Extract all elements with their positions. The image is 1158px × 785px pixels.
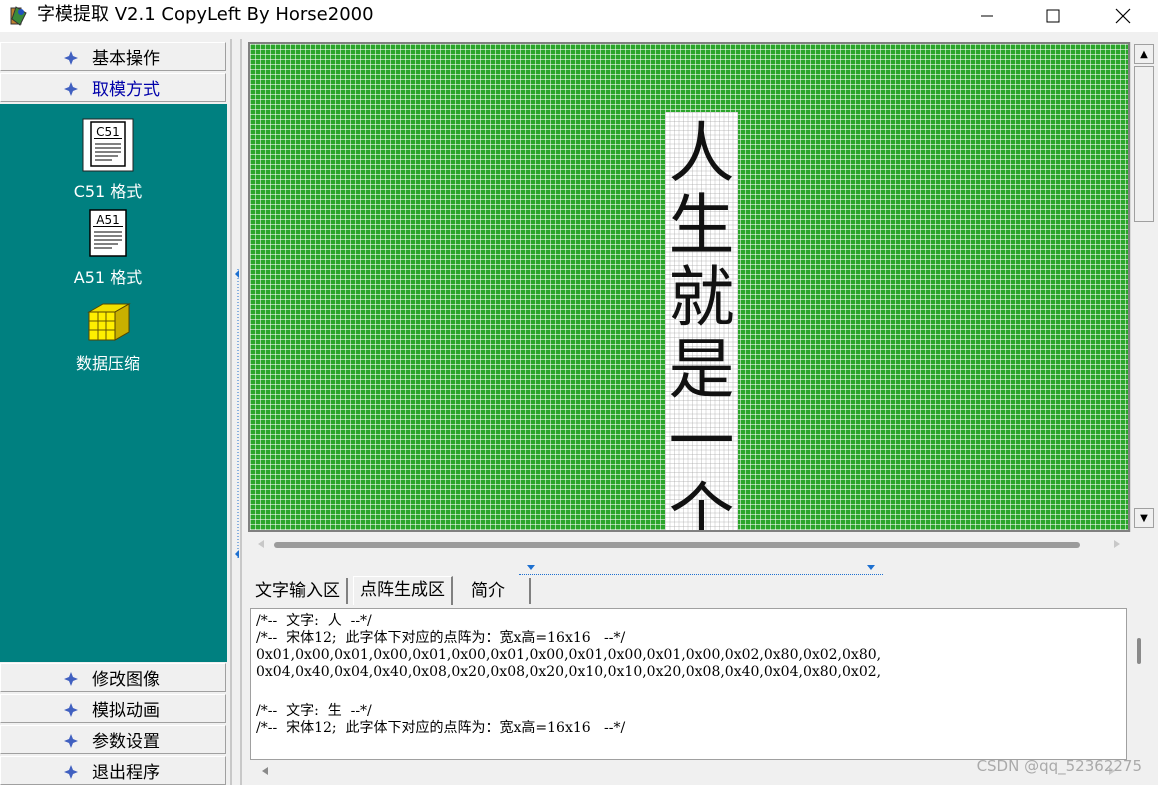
grid-char: 就 (668, 259, 735, 336)
tab-text-input[interactable]: 文字输入区 (249, 578, 348, 604)
output-line: /*-- 文字: 生 --*/ (256, 703, 372, 719)
tool-label: A51 格式 (73, 268, 143, 287)
nav-label: 模拟动画 (92, 701, 160, 721)
vertical-splitter[interactable] (229, 39, 244, 785)
grid-char: 个 (668, 475, 735, 532)
diamond-icon (64, 733, 78, 748)
horizontal-splitter[interactable] (519, 562, 883, 575)
nav-label: 基本操作 (92, 49, 160, 69)
tab-introduction[interactable]: 简介 (465, 578, 531, 604)
nav-label: 修改图像 (92, 670, 160, 690)
scroll-thumb[interactable] (1134, 66, 1154, 222)
diamond-icon (64, 764, 78, 779)
output-line: /*-- 宋体12; 此字体下对应的点阵为：宽x高=16x16 --*/ (256, 720, 626, 736)
grid-char: 生 (668, 187, 735, 264)
nav-extract-mode[interactable]: 取模方式 (0, 73, 226, 102)
character-column: 人 生 就 是 一 个 (665, 112, 738, 532)
nav-simulate-animation[interactable]: 模拟动画 (0, 694, 226, 723)
dot-matrix-canvas[interactable]: 人 生 就 是 一 个 (248, 42, 1130, 532)
nav-label: 退出程序 (92, 763, 160, 783)
svg-text:A51: A51 (96, 213, 119, 227)
scroll-thumb[interactable] (1137, 638, 1141, 664)
tab-dot-matrix-output[interactable]: 点阵生成区 (353, 576, 453, 605)
tool-label: C51 格式 (73, 182, 143, 201)
output-line: /*-- 文字: 人 --*/ (256, 613, 372, 629)
minimize-button[interactable] (956, 0, 1018, 32)
nav-label: 取模方式 (92, 80, 160, 100)
diamond-icon (64, 702, 78, 717)
c51-document-icon: C51 (82, 118, 134, 172)
scroll-up-arrow-icon[interactable]: ▲ (1134, 44, 1154, 64)
output-line: 0x04,0x40,0x04,0x40,0x08,0x20,0x08,0x20,… (256, 664, 882, 680)
nav-parameter-settings[interactable]: 参数设置 (0, 725, 226, 754)
tool-label: 数据压缩 (75, 354, 140, 373)
nav-basic-operation[interactable]: 基本操作 (0, 42, 226, 71)
data-compress-icon (87, 303, 131, 341)
output-textarea[interactable]: /*-- 文字: 人 --*/ /*-- 宋体12; 此字体下对应的点阵为：宽x… (250, 608, 1127, 760)
diamond-icon (64, 50, 78, 65)
nav-modify-image[interactable]: 修改图像 (0, 663, 226, 692)
scroll-down-arrow-icon[interactable]: ▼ (1134, 508, 1154, 528)
a51-document-icon: A51 (89, 209, 127, 257)
grid-char: 人 (668, 115, 735, 192)
svg-text:C51: C51 (96, 125, 120, 139)
nav-label: 参数设置 (92, 732, 160, 752)
scroll-thumb[interactable] (274, 542, 1080, 548)
grid-char: 一 (668, 403, 735, 480)
window-title: 字模提取 V2.1 CopyLeft By Horse2000 (37, 4, 374, 25)
output-line: /*-- 宋体12; 此字体下对应的点阵为：宽x高=16x16 --*/ (256, 630, 626, 646)
diamond-icon (64, 671, 78, 686)
diamond-icon (64, 81, 78, 96)
grid-char: 是 (668, 331, 735, 408)
output-vertical-scrollbar[interactable] (1127, 608, 1154, 760)
title-bar: 字模提取 V2.1 CopyLeft By Horse2000 (0, 0, 1158, 32)
watermark: CSDN @qq_52362275 (976, 757, 1142, 775)
c51-format-tool[interactable]: C51 C51 格式 (62, 118, 154, 202)
tab-bar: 文字输入区 点阵生成区 简介 (249, 576, 1129, 606)
data-compress-tool[interactable]: 数据压缩 (62, 300, 154, 374)
app-icon (8, 5, 30, 27)
nav-exit-program[interactable]: 退出程序 (0, 756, 226, 785)
maximize-button[interactable] (1022, 0, 1084, 32)
close-button[interactable] (1092, 0, 1154, 32)
output-line: 0x01,0x00,0x01,0x00,0x01,0x00,0x01,0x00,… (256, 647, 882, 663)
a51-format-tool[interactable]: A51 A51 格式 (62, 208, 154, 288)
grid-vertical-scrollbar[interactable]: ▲ ▼ (1130, 42, 1157, 532)
